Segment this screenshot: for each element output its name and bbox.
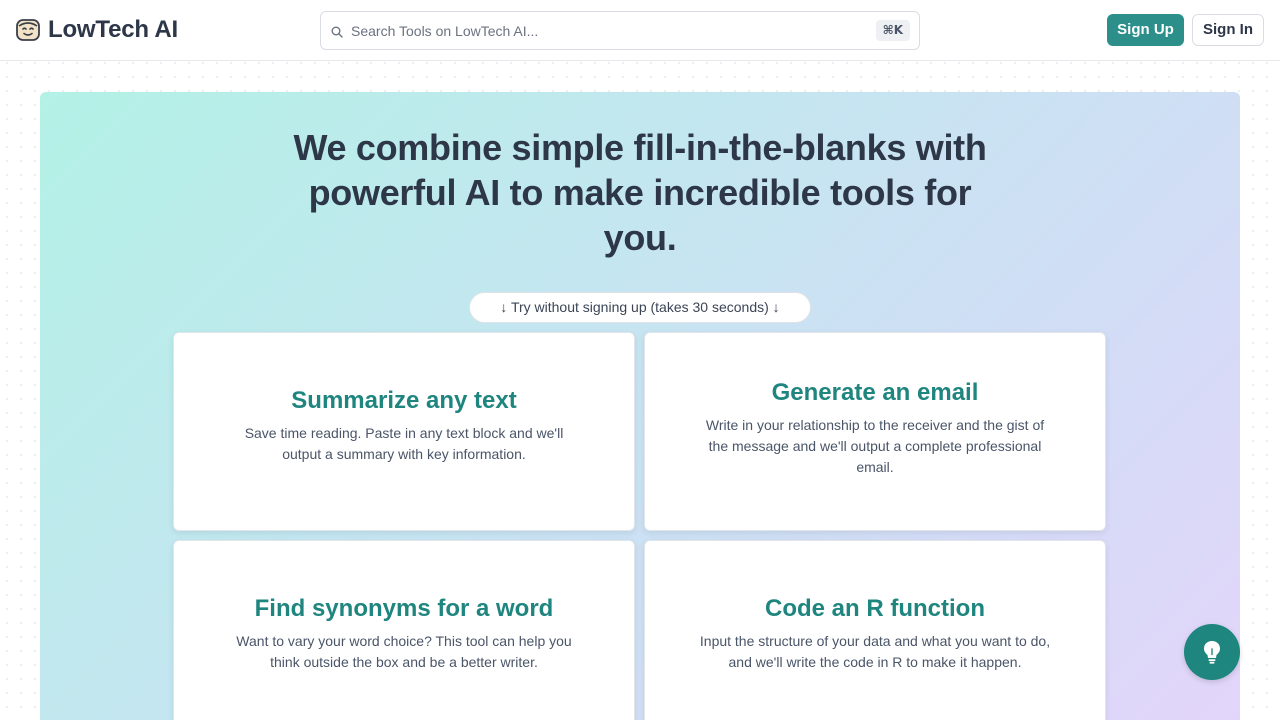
logo-text: LowTech AI <box>48 16 179 43</box>
tool-card-description: Save time reading. Paste in any text blo… <box>244 424 564 462</box>
tool-card-r-function[interactable]: Code an R function Input the structure o… <box>644 540 1106 720</box>
tool-card-title: Summarize any text <box>291 386 517 414</box>
idea-fab-button[interactable] <box>1184 624 1240 680</box>
tool-card-description: Input the structure of your data and wha… <box>699 632 1051 670</box>
tool-card-title: Generate an email <box>771 379 979 406</box>
hero-title: We combine simple fill-in-the-blanks wit… <box>293 127 987 258</box>
tool-card-description: Want to vary your word choice? This tool… <box>236 632 572 670</box>
tool-card-summarize[interactable]: Summarize any text Save time reading. Pa… <box>173 332 635 531</box>
robot-face-icon <box>15 17 41 43</box>
tool-card-title: Find synonyms for a word <box>254 594 554 622</box>
search-icon <box>331 25 343 38</box>
tool-card-description: Write in your relationship to the receiv… <box>705 417 1045 475</box>
hero-section: We combine simple fill-in-the-blanks wit… <box>40 92 1240 720</box>
try-without-signup-pill[interactable]: ↓ Try without signing up (takes 30 secon… <box>469 292 811 323</box>
top-navbar: LowTech AI ⌘K Sign Up Sign In <box>0 0 1280 61</box>
search-input[interactable] <box>351 15 919 46</box>
tool-card-email[interactable]: Generate an email Write in your relation… <box>644 332 1106 531</box>
search-shortcut-badge: ⌘K <box>875 20 910 41</box>
tool-card-synonyms[interactable]: Find synonyms for a word Want to vary yo… <box>173 540 635 720</box>
sign-in-button[interactable]: Sign In <box>1192 14 1264 46</box>
tool-card-title: Code an R function <box>765 594 985 622</box>
logo[interactable]: LowTech AI <box>15 16 178 44</box>
sign-up-button[interactable]: Sign Up <box>1107 14 1184 46</box>
lightbulb-icon <box>1200 639 1224 665</box>
search-bar[interactable]: ⌘K <box>320 11 920 50</box>
